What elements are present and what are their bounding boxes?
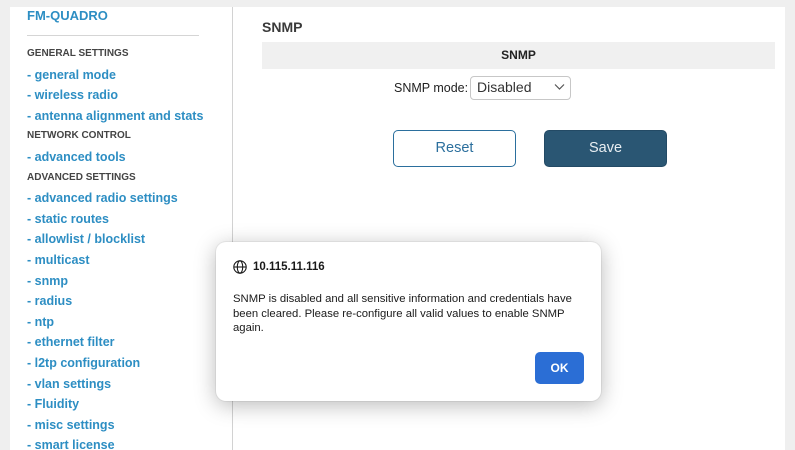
dialog-message: SNMP is disabled and all sensitive infor… [233,293,572,334]
ok-button[interactable]: OK [535,352,584,384]
app-window: FM-QUADRO GENERAL SETTINGS - general mode… [10,7,785,450]
dialog-origin-host: 10.115.11.116 [253,261,325,273]
globe-icon [233,260,247,274]
modal-overlay: 10.115.11.116 SNMP is disabled and all s… [10,7,785,450]
alert-dialog: 10.115.11.116 SNMP is disabled and all s… [216,242,601,401]
